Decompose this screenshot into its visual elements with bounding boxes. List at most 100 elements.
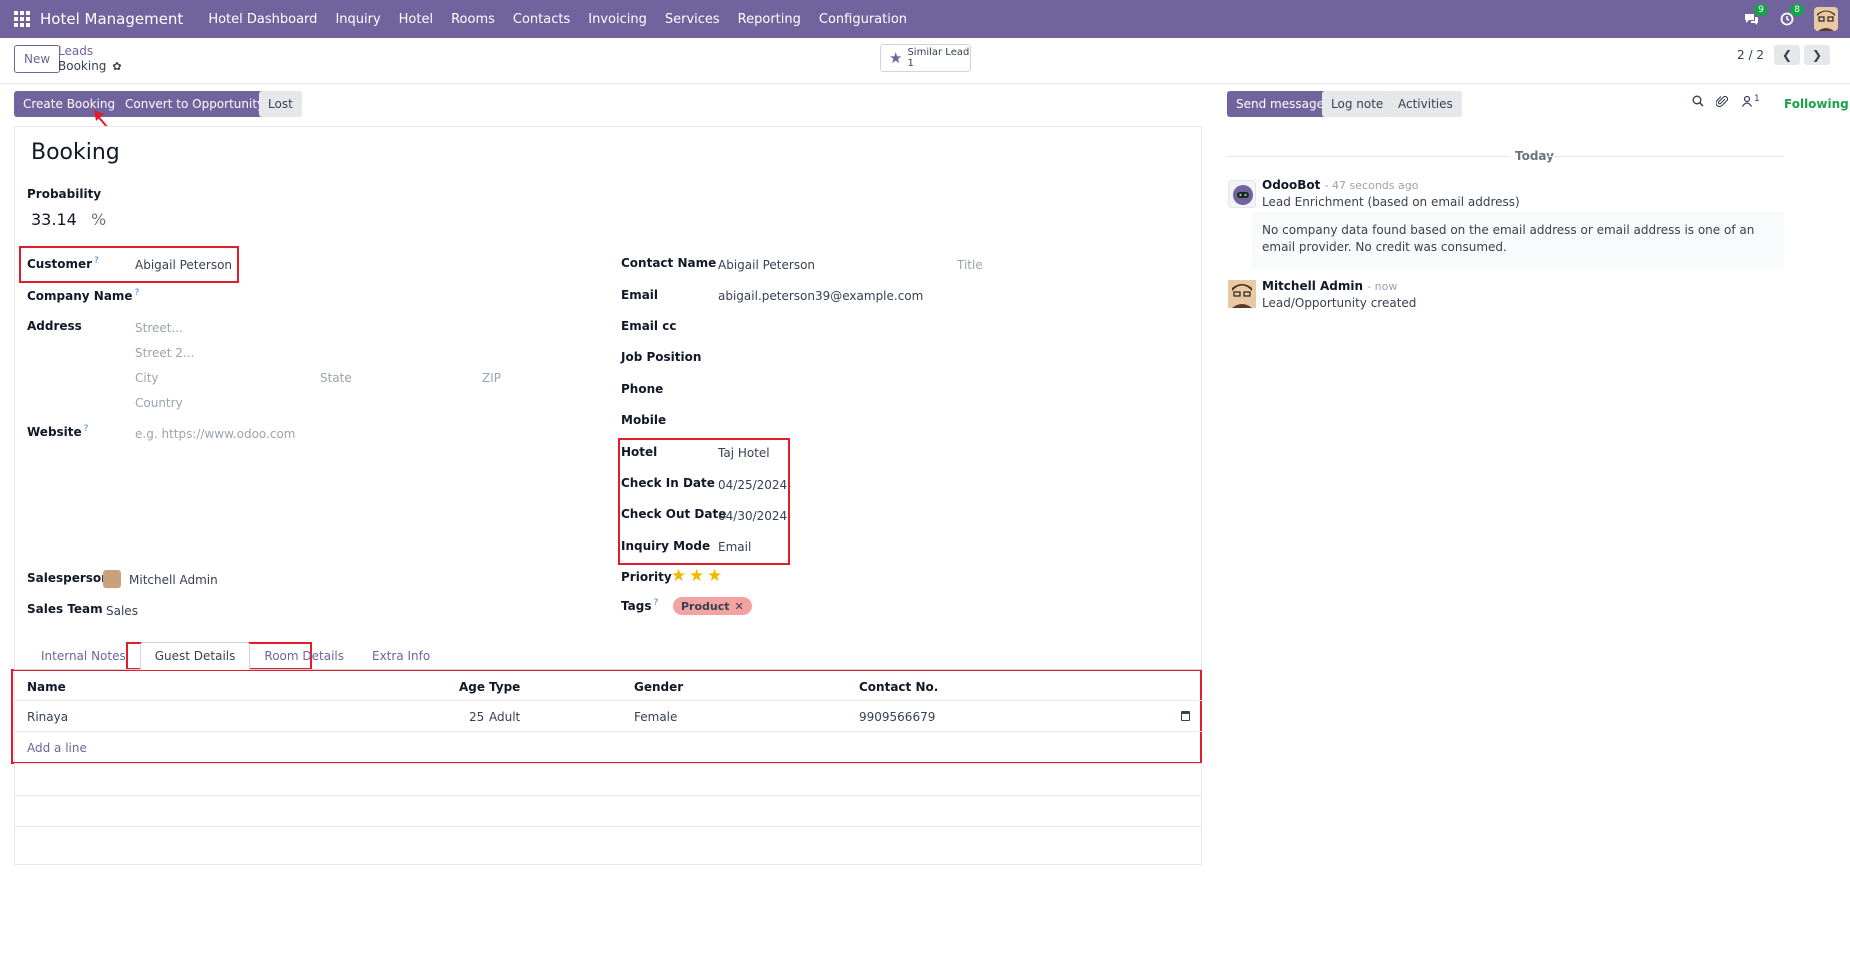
breadcrumb: Leads Booking ✿ xyxy=(58,44,122,73)
probability-unit: % xyxy=(91,210,107,229)
priority-star-1[interactable]: ★ xyxy=(671,566,686,586)
country-input[interactable]: Country xyxy=(135,396,183,410)
lost-button[interactable]: Lost xyxy=(259,91,302,117)
highlight-hotel-fields xyxy=(618,438,790,565)
message-author: Mitchell Admin - now xyxy=(1262,279,1397,293)
menu-hotel[interactable]: Hotel xyxy=(390,12,442,27)
sales-team-field[interactable]: Sales xyxy=(106,604,138,618)
city-input[interactable]: City xyxy=(135,371,159,385)
menu-services[interactable]: Services xyxy=(656,12,729,27)
column-type[interactable]: Type xyxy=(489,680,520,694)
probability-label: Probability xyxy=(27,187,102,201)
menu-hotel-dashboard[interactable]: Hotel Dashboard xyxy=(199,12,326,27)
zip-input[interactable]: ZIP xyxy=(482,371,501,385)
tags-label: Tags? xyxy=(621,598,658,613)
menu-reporting[interactable]: Reporting xyxy=(729,12,810,27)
title-input[interactable]: Title xyxy=(957,258,983,272)
tab-guest-details[interactable]: Guest Details xyxy=(139,642,251,670)
similar-lead-button[interactable]: ★ Similar Lead 1 xyxy=(880,44,971,72)
probability-value[interactable]: 33.14 xyxy=(31,210,77,229)
user-avatar[interactable] xyxy=(1814,7,1838,31)
activities-button[interactable]: Activities xyxy=(1389,91,1462,117)
guest-type[interactable]: Adult xyxy=(489,710,520,724)
message-body: Lead/Opportunity created xyxy=(1262,296,1417,310)
breadcrumb-leads[interactable]: Leads xyxy=(58,44,122,58)
log-note-button[interactable]: Log note xyxy=(1322,91,1393,117)
message-author-name[interactable]: OdooBot xyxy=(1262,178,1320,192)
column-name[interactable]: Name xyxy=(27,680,66,694)
website-label-text: Website xyxy=(27,425,82,439)
guest-gender[interactable]: Female xyxy=(634,710,677,724)
street-input[interactable]: Street... xyxy=(135,321,183,335)
trash-icon[interactable] xyxy=(1181,711,1190,721)
followers-count: 1 xyxy=(1754,94,1760,104)
breadcrumb-current: Booking ✿ xyxy=(58,59,122,73)
gear-icon[interactable]: ✿ xyxy=(112,60,121,73)
new-button[interactable]: New xyxy=(14,45,61,73)
followers-icon[interactable] xyxy=(1741,95,1753,111)
add-line-link[interactable]: Add a line xyxy=(27,741,87,755)
empty-row xyxy=(14,796,1202,827)
close-icon[interactable]: ✕ xyxy=(735,600,744,613)
state-input[interactable]: State xyxy=(320,371,352,385)
menu-contacts[interactable]: Contacts xyxy=(504,12,579,27)
following-button[interactable]: Following xyxy=(1784,97,1849,111)
menu-inquiry[interactable]: Inquiry xyxy=(326,12,389,27)
table-header: Name Age Type Gender Contact No. xyxy=(14,672,1202,701)
street2-input[interactable]: Street 2... xyxy=(135,346,194,360)
priority-star-3[interactable]: ★ xyxy=(707,566,722,586)
chevron-left-icon[interactable]: ❮ xyxy=(1774,45,1800,65)
activities-icon[interactable]: 8 xyxy=(1778,4,1804,28)
table-row[interactable]: Rinaya 25 Adult Female 9909566679 xyxy=(14,702,1202,732)
tag-product[interactable]: Product ✕ xyxy=(673,597,752,615)
search-icon[interactable] xyxy=(1692,95,1704,111)
column-contact[interactable]: Contact No. xyxy=(859,680,938,694)
help-icon: ? xyxy=(134,288,140,298)
guest-age[interactable]: 25 xyxy=(469,710,484,724)
paperclip-icon[interactable] xyxy=(1715,95,1729,112)
address-label: Address xyxy=(27,319,82,333)
salesperson-label: Salesperson xyxy=(27,571,110,585)
app-name[interactable]: Hotel Management xyxy=(40,10,183,28)
column-age[interactable]: Age xyxy=(459,680,485,694)
tab-room-details[interactable]: Room Details xyxy=(250,642,358,670)
lead-title[interactable]: Booking xyxy=(31,140,120,165)
menu-rooms[interactable]: Rooms xyxy=(442,12,504,27)
website-input[interactable]: e.g. https://www.odoo.com xyxy=(135,427,296,441)
tag-label: Product xyxy=(681,599,730,613)
help-icon: ? xyxy=(653,598,659,608)
message-author: OdooBot - 47 seconds ago xyxy=(1262,178,1418,192)
menu-invoicing[interactable]: Invoicing xyxy=(579,12,656,27)
job-position-label: Job Position xyxy=(621,350,702,364)
activities-badge: 8 xyxy=(1790,4,1804,16)
send-message-button[interactable]: Send message xyxy=(1227,91,1333,117)
add-line-row: Add a line xyxy=(14,733,1202,764)
notebook-tabs: Internal Notes Guest Details Room Detail… xyxy=(14,642,1202,670)
menu-configuration[interactable]: Configuration xyxy=(810,12,916,27)
tab-extra-info[interactable]: Extra Info xyxy=(358,642,444,670)
messages-badge: 9 xyxy=(1754,4,1768,16)
contact-name-field[interactable]: Abigail Peterson xyxy=(718,258,815,272)
highlight-customer xyxy=(19,246,239,283)
chevron-right-icon[interactable]: ❯ xyxy=(1804,45,1830,65)
message-body: Lead Enrichment (based on email address) xyxy=(1262,195,1520,209)
messages-icon[interactable]: 9 xyxy=(1742,4,1768,28)
pager-value[interactable]: 2 / 2 xyxy=(1737,48,1764,62)
company-name-label-text: Company Name xyxy=(27,289,133,303)
convert-to-opportunity-button[interactable]: Convert to Opportunity xyxy=(116,91,274,117)
apps-menu-icon[interactable] xyxy=(14,11,30,27)
priority-label: Priority xyxy=(621,570,672,584)
tab-internal-notes[interactable]: Internal Notes xyxy=(27,642,140,670)
email-field[interactable]: abigail.peterson39@example.com xyxy=(718,289,923,303)
salesperson-field[interactable]: Mitchell Admin xyxy=(129,573,218,587)
priority-star-2[interactable]: ★ xyxy=(689,566,704,586)
breadcrumb-current-label: Booking xyxy=(58,59,107,73)
column-gender[interactable]: Gender xyxy=(634,680,683,694)
similar-lead-count: 1 xyxy=(907,58,914,69)
company-name-label: Company Name? xyxy=(27,288,139,303)
guest-contact[interactable]: 9909566679 xyxy=(859,710,935,724)
guest-name[interactable]: Rinaya xyxy=(27,710,68,724)
message-time: - now xyxy=(1367,280,1398,293)
message-author-name[interactable]: Mitchell Admin xyxy=(1262,279,1363,293)
odoobot-avatar xyxy=(1228,180,1256,208)
